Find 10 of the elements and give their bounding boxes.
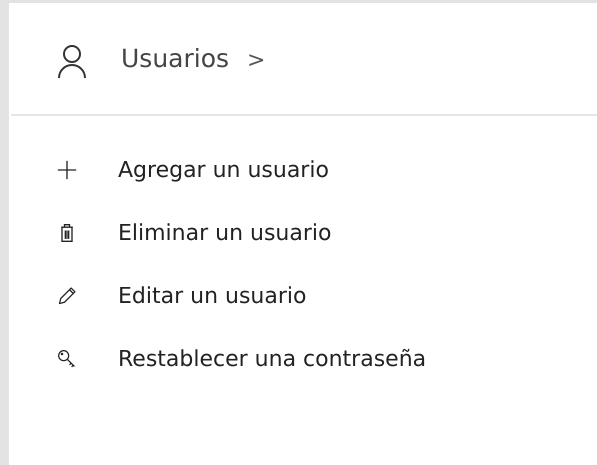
plus-icon bbox=[57, 160, 77, 180]
action-link[interactable]: Eliminar un usuario bbox=[118, 220, 332, 246]
action-link[interactable]: Agregar un usuario bbox=[118, 158, 329, 182]
pencil-icon bbox=[57, 286, 77, 306]
action-link[interactable]: Restablecer una contraseña bbox=[118, 346, 426, 372]
key-icon bbox=[57, 349, 77, 369]
users-link[interactable]: Usuarios bbox=[121, 44, 230, 73]
action-link[interactable]: Editar un usuario bbox=[118, 284, 306, 308]
chevron-icon: > bbox=[247, 48, 266, 73]
person-icon bbox=[57, 44, 87, 78]
